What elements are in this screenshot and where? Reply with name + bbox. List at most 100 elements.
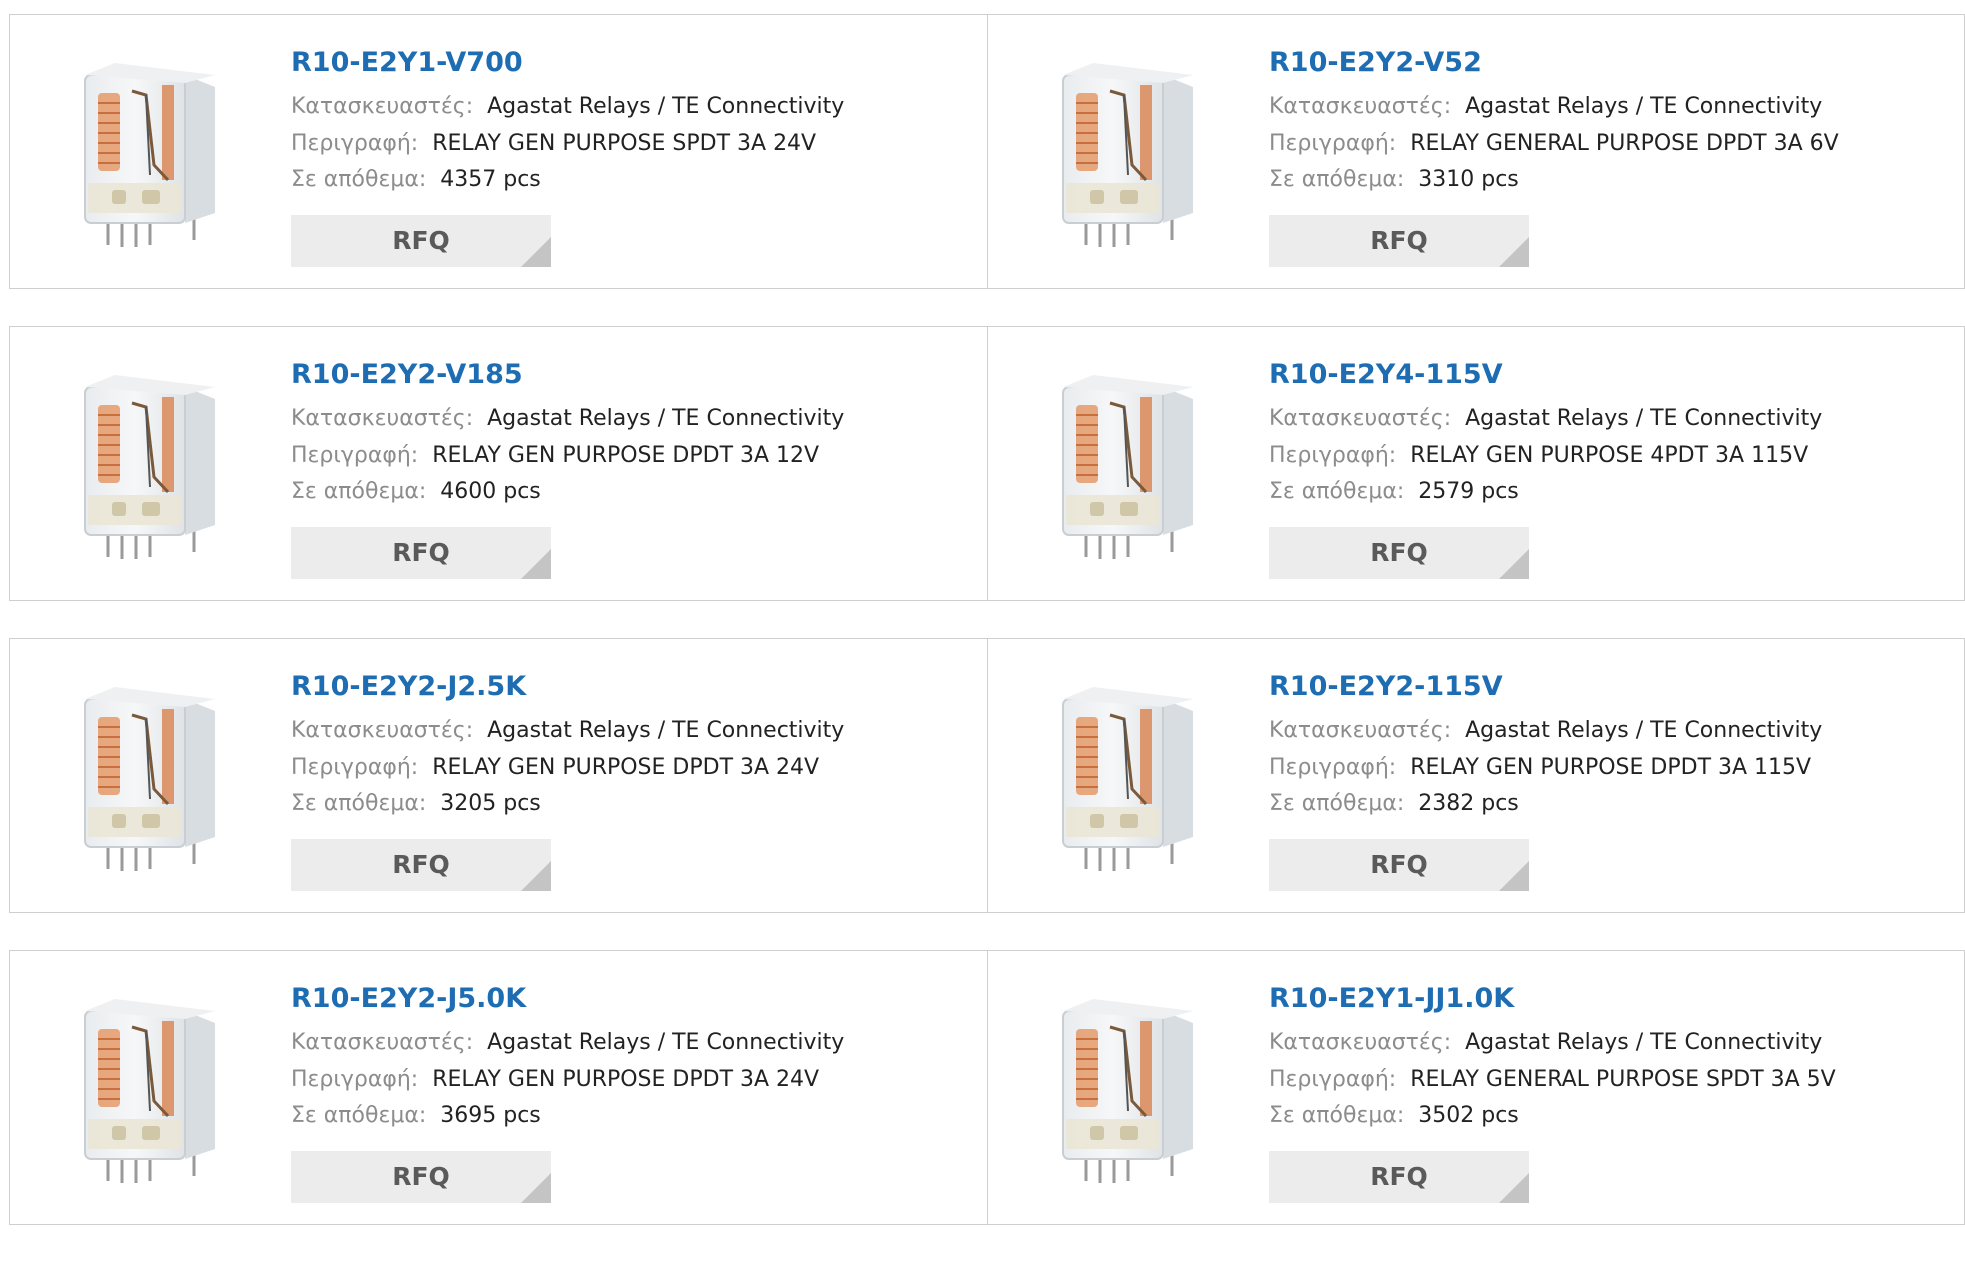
product-grid: R10-E2Y1-V700 Κατασκευαστές: Agastat Rela… (9, 14, 1965, 1262)
description-value: RELAY GEN PURPOSE DPDT 3A 115V (1410, 754, 1812, 780)
manufacturer-label: Κατασκευαστές: (1269, 718, 1452, 743)
rfq-button-label: RFQ (1370, 850, 1428, 879)
rfq-button-label: RFQ (1370, 1162, 1428, 1191)
product-image[interactable] (1028, 367, 1228, 572)
rfq-button-label: RFQ (392, 226, 450, 255)
description-value: RELAY GEN PURPOSE DPDT 3A 24V (432, 754, 820, 780)
part-number-link[interactable]: R10-E2Y2-J2.5K (291, 669, 844, 705)
stock-row: Σε απόθεμα: 4600 pcs (291, 474, 844, 511)
stock-value: 2382 pcs (1418, 791, 1519, 816)
rfq-button-label: RFQ (392, 1162, 450, 1191)
stock-label: Σε απόθεμα: (1269, 167, 1405, 192)
rfq-button-label: RFQ (392, 850, 450, 879)
corner-fold-icon (1499, 549, 1529, 579)
product-card: R10-E2Y4-115V Κατασκευαστές: Agastat Rela… (987, 327, 1964, 600)
description-row: Περιγραφή: RELAY GEN PURPOSE 4PDT 3A 115V (1269, 438, 1822, 475)
manufacturer-value: Agastat Relays / TE Connectivity (1465, 406, 1823, 431)
part-number-link[interactable]: R10-E2Y2-V52 (1269, 45, 1839, 81)
stock-label: Σε απόθεμα: (291, 167, 427, 192)
manufacturer-label: Κατασκευαστές: (1269, 94, 1452, 119)
rfq-button-label: RFQ (392, 538, 450, 567)
rfq-button[interactable]: RFQ (291, 839, 551, 891)
description-value: RELAY GENERAL PURPOSE SPDT 3A 5V (1410, 1066, 1836, 1092)
stock-value: 3695 pcs (440, 1103, 541, 1128)
rfq-button[interactable]: RFQ (291, 1151, 551, 1203)
stock-label: Σε απόθεμα: (1269, 1103, 1405, 1128)
manufacturer-value: Agastat Relays / TE Connectivity (487, 406, 845, 431)
product-image[interactable] (1028, 55, 1228, 260)
stock-row: Σε απόθεμα: 3205 pcs (291, 786, 844, 823)
manufacturer-row: Κατασκευαστές: Agastat Relays / TE Connec… (291, 401, 844, 438)
manufacturer-row: Κατασκευαστές: Agastat Relays / TE Connec… (1269, 89, 1839, 126)
description-row: Περιγραφή: RELAY GEN PURPOSE DPDT 3A 12V (291, 438, 844, 475)
corner-fold-icon (1499, 1173, 1529, 1203)
part-number-link[interactable]: R10-E2Y1-JJ1.0K (1269, 981, 1836, 1017)
corner-fold-icon (521, 861, 551, 891)
description-label: Περιγραφή: (1269, 130, 1397, 156)
stock-row: Σε απόθεμα: 4357 pcs (291, 162, 844, 199)
manufacturer-row: Κατασκευαστές: Agastat Relays / TE Connec… (1269, 713, 1822, 750)
product-image[interactable] (50, 679, 250, 884)
product-info: R10-E2Y1-V700 Κατασκευαστές: Agastat Rela… (291, 45, 844, 199)
product-card: R10-E2Y1-V700 Κατασκευαστές: Agastat Rela… (10, 15, 987, 288)
stock-row: Σε απόθεμα: 2382 pcs (1269, 786, 1822, 823)
description-row: Περιγραφή: RELAY GENERAL PURPOSE SPDT 3A … (1269, 1062, 1836, 1099)
description-label: Περιγραφή: (291, 442, 419, 468)
manufacturer-row: Κατασκευαστές: Agastat Relays / TE Connec… (291, 89, 844, 126)
manufacturer-value: Agastat Relays / TE Connectivity (1465, 1030, 1823, 1055)
product-image[interactable] (1028, 679, 1228, 884)
part-number-link[interactable]: R10-E2Y2-V185 (291, 357, 844, 393)
product-image[interactable] (50, 367, 250, 572)
description-row: Περιγραφή: RELAY GEN PURPOSE SPDT 3A 24V (291, 126, 844, 163)
part-number-link[interactable]: R10-E2Y2-115V (1269, 669, 1822, 705)
stock-value: 3502 pcs (1418, 1103, 1519, 1128)
stock-row: Σε απόθεμα: 3695 pcs (291, 1098, 844, 1135)
corner-fold-icon (1499, 861, 1529, 891)
description-label: Περιγραφή: (1269, 1066, 1397, 1092)
description-value: RELAY GEN PURPOSE DPDT 3A 12V (432, 442, 820, 468)
description-label: Περιγραφή: (291, 754, 419, 780)
description-label: Περιγραφή: (291, 1066, 419, 1092)
description-value: RELAY GEN PURPOSE SPDT 3A 24V (432, 130, 817, 156)
manufacturer-label: Κατασκευαστές: (291, 718, 474, 743)
rfq-button[interactable]: RFQ (1269, 215, 1529, 267)
product-card: R10-E2Y2-J5.0K Κατασκευαστές: Agastat Rel… (10, 951, 987, 1224)
stock-row: Σε απόθεμα: 3310 pcs (1269, 162, 1839, 199)
stock-label: Σε απόθεμα: (1269, 479, 1405, 504)
stock-value: 3205 pcs (440, 791, 541, 816)
rfq-button[interactable]: RFQ (1269, 527, 1529, 579)
stock-label: Σε απόθεμα: (291, 791, 427, 816)
description-label: Περιγραφή: (1269, 442, 1397, 468)
product-card: R10-E2Y1-JJ1.0K Κατασκευαστές: Agastat Re… (987, 951, 1964, 1224)
product-row: R10-E2Y2-J5.0K Κατασκευαστές: Agastat Rel… (9, 950, 1965, 1225)
product-info: R10-E2Y2-115V Κατασκευαστές: Agastat Rela… (1269, 669, 1822, 823)
rfq-button[interactable]: RFQ (1269, 1151, 1529, 1203)
stock-value: 3310 pcs (1418, 167, 1519, 192)
rfq-button[interactable]: RFQ (291, 527, 551, 579)
stock-label: Σε απόθεμα: (1269, 791, 1405, 816)
manufacturer-row: Κατασκευαστές: Agastat Relays / TE Connec… (1269, 401, 1822, 438)
product-card: R10-E2Y2-115V Κατασκευαστές: Agastat Rela… (987, 639, 1964, 912)
product-image[interactable] (1028, 991, 1228, 1196)
corner-fold-icon (521, 1173, 551, 1203)
description-row: Περιγραφή: RELAY GEN PURPOSE DPDT 3A 24V (291, 1062, 844, 1099)
stock-row: Σε απόθεμα: 3502 pcs (1269, 1098, 1836, 1135)
description-value: RELAY GEN PURPOSE DPDT 3A 24V (432, 1066, 820, 1092)
rfq-button-label: RFQ (1370, 226, 1428, 255)
stock-row: Σε απόθεμα: 2579 pcs (1269, 474, 1822, 511)
rfq-button[interactable]: RFQ (291, 215, 551, 267)
product-image[interactable] (50, 55, 250, 260)
rfq-button[interactable]: RFQ (1269, 839, 1529, 891)
product-image[interactable] (50, 991, 250, 1196)
part-number-link[interactable]: R10-E2Y2-J5.0K (291, 981, 844, 1017)
description-row: Περιγραφή: RELAY GEN PURPOSE DPDT 3A 115V (1269, 750, 1822, 787)
stock-value: 4357 pcs (440, 167, 541, 192)
description-row: Περιγραφή: RELAY GENERAL PURPOSE DPDT 3A … (1269, 126, 1839, 163)
description-label: Περιγραφή: (1269, 754, 1397, 780)
stock-label: Σε απόθεμα: (291, 479, 427, 504)
manufacturer-label: Κατασκευαστές: (1269, 406, 1452, 431)
part-number-link[interactable]: R10-E2Y1-V700 (291, 45, 844, 81)
part-number-link[interactable]: R10-E2Y4-115V (1269, 357, 1822, 393)
manufacturer-value: Agastat Relays / TE Connectivity (1465, 718, 1823, 743)
manufacturer-value: Agastat Relays / TE Connectivity (487, 1030, 845, 1055)
